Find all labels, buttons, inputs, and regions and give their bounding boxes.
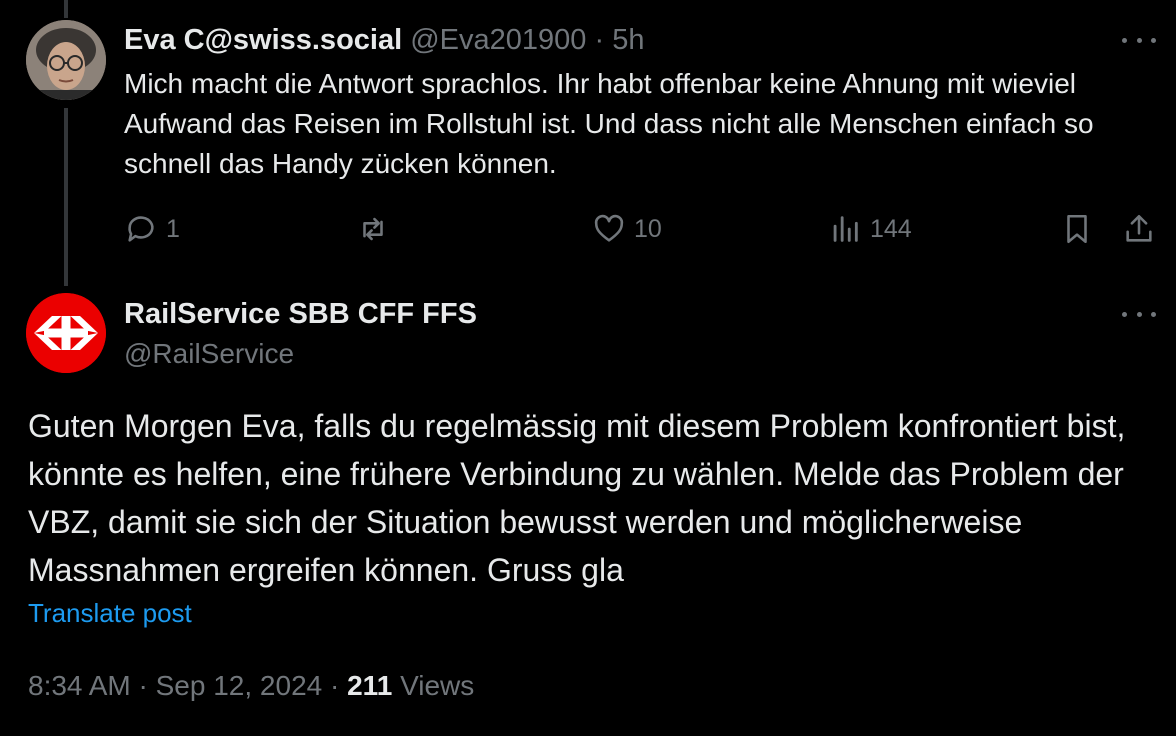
avatar-image (26, 20, 106, 100)
post-author-name[interactable]: RailService SBB CFF FFS (124, 296, 477, 332)
reply-button[interactable]: 1 (124, 205, 180, 253)
post-text: Guten Morgen Eva, falls du regelmässig m… (28, 408, 1126, 588)
separator-dot: · (330, 670, 340, 701)
post-time[interactable]: 8:34 AM (28, 670, 131, 701)
view-count: 144 (870, 214, 912, 243)
more-icon[interactable] (1122, 30, 1156, 50)
reply-author-name[interactable]: Eva C@swiss.social (124, 24, 402, 56)
views-button[interactable]: 144 (828, 205, 912, 253)
reply-count: 1 (166, 214, 180, 243)
more-icon[interactable] (1122, 304, 1156, 324)
separator-dot: · (594, 24, 605, 56)
reply-icon (128, 216, 154, 242)
post-date[interactable]: Sep 12, 2024 (156, 670, 323, 701)
views-label: Views (400, 670, 475, 701)
thread-line-top (64, 0, 68, 18)
reply-author-handle[interactable]: @Eva201900 (410, 24, 586, 56)
views-icon (833, 216, 858, 242)
reply-time[interactable]: 5h (612, 24, 644, 56)
share-button[interactable] (1122, 205, 1156, 253)
like-button[interactable]: 10 (592, 205, 662, 253)
reply-actions: 1 10 144 (124, 205, 1164, 253)
like-icon (594, 214, 624, 242)
bookmark-button[interactable] (1060, 205, 1094, 253)
repost-icon (363, 217, 383, 241)
avatar-eva[interactable] (26, 20, 106, 100)
post-meta: 8:34 AM · Sep 12, 2024 · 211 Views (28, 666, 474, 706)
post-author-handle[interactable]: @RailService (124, 336, 294, 372)
thread-line (64, 108, 68, 286)
avatar-sbb[interactable] (26, 293, 106, 373)
like-count: 10 (634, 214, 662, 243)
bookmark-icon (1067, 214, 1087, 244)
separator-dot: · (138, 670, 148, 701)
reply-header: Eva C@swiss.social @Eva201900 · 5h (124, 22, 644, 58)
repost-button[interactable] (356, 205, 398, 253)
reply-text: Mich macht die Antwort sprachlos. Ihr ha… (124, 68, 1094, 179)
share-icon (1126, 214, 1152, 242)
translate-post-link[interactable]: Translate post (28, 598, 192, 629)
sbb-logo (26, 293, 106, 373)
views-count: 211 (347, 670, 393, 701)
